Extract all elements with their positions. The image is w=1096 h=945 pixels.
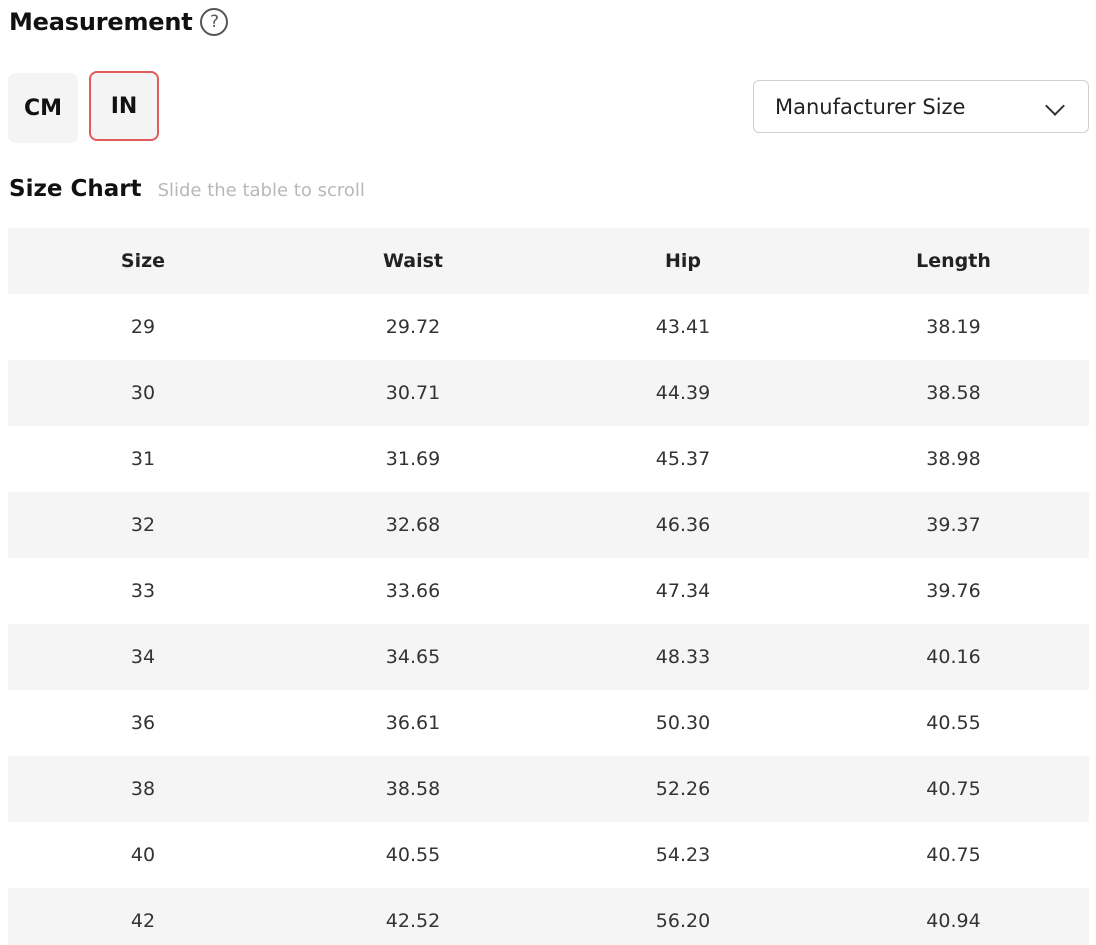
table-row: 40 40.55 54.23 40.75 [8, 822, 1089, 888]
cell-size: 30 [8, 360, 278, 426]
cell-size: 32 [8, 492, 278, 558]
cell-waist: 31.69 [278, 426, 548, 492]
cell-size: 40 [8, 822, 278, 888]
size-system-value: Manufacturer Size [775, 94, 966, 119]
table-row: 36 36.61 50.30 40.55 [8, 690, 1089, 756]
cell-length: 40.94 [818, 888, 1089, 945]
cell-hip: 54.23 [548, 822, 818, 888]
cell-waist: 36.61 [278, 690, 548, 756]
size-chart-title: Size Chart [9, 176, 142, 202]
cell-hip: 47.34 [548, 558, 818, 624]
cell-size: 34 [8, 624, 278, 690]
cell-length: 38.19 [818, 294, 1089, 360]
cell-hip: 56.20 [548, 888, 818, 945]
cell-waist: 38.58 [278, 756, 548, 822]
cell-hip: 50.30 [548, 690, 818, 756]
page-title: Measurement [9, 8, 193, 36]
table-row: 32 32.68 46.36 39.37 [8, 492, 1089, 558]
cell-waist: 30.71 [278, 360, 548, 426]
cell-waist: 33.66 [278, 558, 548, 624]
cell-hip: 48.33 [548, 624, 818, 690]
cell-size: 38 [8, 756, 278, 822]
cell-length: 40.55 [818, 690, 1089, 756]
chevron-down-icon [1045, 96, 1065, 116]
size-chart-table: Size Waist Hip Length 29 29.72 43.41 38.19 3… [8, 228, 1089, 945]
column-header-size: Size [8, 228, 278, 294]
cell-size: 36 [8, 690, 278, 756]
cell-length: 39.76 [818, 558, 1089, 624]
column-header-hip: Hip [548, 228, 818, 294]
size-chart-table-scroll[interactable]: Size Waist Hip Length 29 29.72 43.41 38.19 3… [8, 228, 1089, 945]
cell-hip: 52.26 [548, 756, 818, 822]
size-chart-hint: Slide the table to scroll [157, 180, 365, 201]
cell-length: 38.98 [818, 426, 1089, 492]
table-row: 30 30.71 44.39 38.58 [8, 360, 1089, 426]
cell-waist: 29.72 [278, 294, 548, 360]
cell-waist: 42.52 [278, 888, 548, 945]
measurement-header: Measurement ? [9, 5, 229, 39]
table-row: 29 29.72 43.41 38.19 [8, 294, 1089, 360]
cell-length: 40.75 [818, 822, 1089, 888]
table-row: 34 34.65 48.33 40.16 [8, 624, 1089, 690]
cell-waist: 32.68 [278, 492, 548, 558]
cell-hip: 44.39 [548, 360, 818, 426]
cell-size: 33 [8, 558, 278, 624]
table-header-row: Size Waist Hip Length [8, 228, 1089, 294]
cell-waist: 34.65 [278, 624, 548, 690]
cell-length: 38.58 [818, 360, 1089, 426]
size-chart-heading: Size Chart Slide the table to scroll [9, 176, 365, 210]
cell-length: 39.37 [818, 492, 1089, 558]
size-system-dropdown[interactable]: Manufacturer Size [753, 80, 1089, 133]
table-row: 33 33.66 47.34 39.76 [8, 558, 1089, 624]
cell-size: 31 [8, 426, 278, 492]
table-row: 31 31.69 45.37 38.98 [8, 426, 1089, 492]
column-header-length: Length [818, 228, 1089, 294]
cell-size: 42 [8, 888, 278, 945]
cell-hip: 45.37 [548, 426, 818, 492]
column-header-waist: Waist [278, 228, 548, 294]
cell-size: 29 [8, 294, 278, 360]
cell-waist: 40.55 [278, 822, 548, 888]
help-icon[interactable]: ? [200, 8, 229, 36]
unit-in-button[interactable]: IN [89, 71, 159, 141]
unit-cm-button[interactable]: CM [8, 73, 78, 143]
table-row: 42 42.52 56.20 40.94 [8, 888, 1089, 945]
cell-length: 40.16 [818, 624, 1089, 690]
cell-length: 40.75 [818, 756, 1089, 822]
cell-hip: 43.41 [548, 294, 818, 360]
cell-hip: 46.36 [548, 492, 818, 558]
table-row: 38 38.58 52.26 40.75 [8, 756, 1089, 822]
size-guide-panel: Measurement ? CM IN Manufacturer Size Si… [0, 0, 1096, 945]
